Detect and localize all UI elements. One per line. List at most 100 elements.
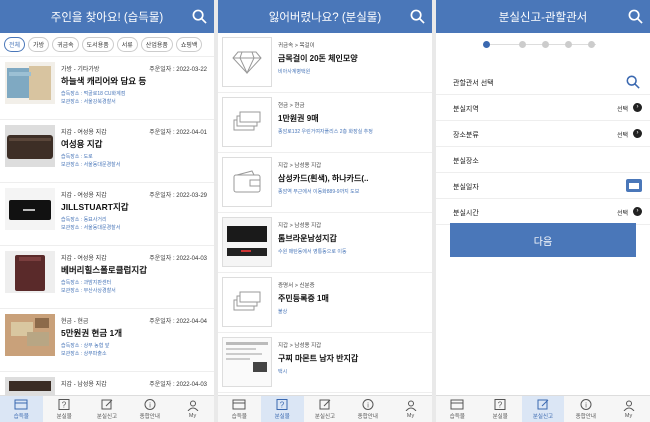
chip-books[interactable]: 도서용품: [81, 37, 114, 52]
tab-label: My: [406, 412, 415, 419]
item-location: 비아사계병택원: [278, 69, 311, 75]
item-title: 1만원권 9매: [278, 114, 319, 123]
tab-info[interactable]: i 종합안내: [346, 396, 389, 422]
item-location: 수원 매탄동에서 영통동으로 이동: [278, 249, 347, 255]
item-date: 주운일자 : 2022-04-03: [149, 382, 207, 388]
step-dot-1: [483, 41, 490, 48]
tab-report[interactable]: 분실신고: [86, 396, 129, 422]
item-place: 습득장소 : 상무 농협 앞: [61, 343, 110, 349]
item-photo: [5, 314, 55, 356]
item-category: 지갑 > 남성용 지갑: [278, 163, 322, 169]
search-icon[interactable]: [192, 9, 207, 24]
item-category: 지갑 - 여성용 지갑: [61, 130, 107, 136]
list-item[interactable]: 지갑 - 여성용 지갑 주운일자 : 2022-04-03 베버리힐스폴로클럽지…: [0, 246, 214, 309]
select-text: 선택: [616, 133, 628, 139]
item-title: 하늘색 캐리어와 담요 등: [61, 76, 147, 86]
item-place: 습득장소 : 도로: [61, 154, 93, 160]
tab-label: My: [188, 412, 197, 419]
item-date: 주운일자 : 2022-03-22: [149, 67, 207, 73]
chip-shopping-bag[interactable]: 쇼핑백: [175, 37, 203, 52]
list-item[interactable]: 가방 - 기타가방 주운일자 : 2022-03-22 하늘색 캐리어와 담요 …: [0, 57, 214, 120]
tab-lost[interactable]: ? 분실물: [43, 396, 86, 422]
tab-my[interactable]: My: [171, 396, 214, 422]
search-icon[interactable]: [410, 9, 425, 24]
search-icon[interactable]: [626, 75, 640, 89]
app-screens: 주인을 찾아요! (습득물) 전체 가방 귀금속 도서용품 서류 산업용품 쇼핑…: [0, 0, 650, 422]
item-title: 금목걸이 20돈 체인모양: [278, 54, 358, 63]
tab-report[interactable]: 분실신고: [521, 396, 565, 422]
edit-icon: [537, 399, 549, 409]
tab-my[interactable]: My: [607, 396, 650, 422]
lost-list: 귀금속 > 목걸이 금목걸이 20돈 체인모양 비아사계병택원 현금 > 현금 …: [218, 33, 432, 395]
item-title: JILLSTUART지갑: [61, 202, 129, 212]
field-label: 분실시간: [453, 210, 479, 217]
field-region[interactable]: 분실지역 선택 ›: [436, 95, 650, 121]
tab-found[interactable]: 습득물: [218, 396, 261, 422]
bottom-tab-bar: 습득물 ? 분실물 분실신고 i 종합안내 My: [0, 395, 214, 422]
box-icon: [232, 399, 246, 409]
list-item[interactable]: 지갑 > 남성용 지갑 톰브라운남성지갑 수원 매탄동에서 영통동으로 이동: [218, 213, 432, 273]
tab-found[interactable]: 습득물: [0, 396, 43, 422]
page-title: 잃어버렸나요? (분실물): [268, 11, 382, 24]
item-date: 주운일자 : 2022-04-03: [149, 256, 207, 262]
list-item[interactable]: 지갑 > 남성용 지갑 삼성카드(흰색), 하나카드(.. 종암역 부근에서 이…: [218, 153, 432, 213]
field-time[interactable]: 분실시간 선택 ›: [436, 199, 650, 225]
item-category: 가방 - 기타가방: [61, 67, 100, 73]
item-place: 습득장소 : 먹골로18 CU화계점: [61, 91, 126, 97]
item-location: 종암역 부근에서 이동화889-9까지 도보: [278, 189, 360, 195]
field-place[interactable]: 분실장소: [436, 147, 650, 173]
list-item[interactable]: 귀금속 > 목걸이 금목걸이 20돈 체인모양 비아사계병택원: [218, 33, 432, 93]
calendar-icon[interactable]: [626, 179, 642, 192]
field-date[interactable]: 분실일자: [436, 173, 650, 199]
item-category: 지갑 > 남성용 지갑: [278, 223, 322, 229]
search-icon[interactable]: [628, 9, 643, 24]
item-storage: 보관장소 : 서울동대문경찰서: [61, 162, 121, 168]
item-storage: 보관장소 : 서울강북경찰서: [61, 99, 116, 105]
info-icon: i: [144, 398, 156, 410]
item-category: 지갑 > 남성용 지갑: [278, 343, 322, 349]
edit-icon: [101, 399, 113, 409]
field-place-type[interactable]: 장소분류 선택 ›: [436, 121, 650, 147]
tab-label: 분실물: [274, 413, 290, 420]
chip-industrial[interactable]: 산업용품: [140, 37, 173, 52]
item-category: 지갑 - 남성용 지갑: [61, 382, 107, 388]
chip-all[interactable]: 전체: [4, 37, 26, 52]
list-item[interactable]: 현금 - 현금 주운일자 : 2022-04-04 5만원권 현금 1개 습득장…: [0, 309, 214, 372]
category-chips: 전체 가방 귀금속 도서용품 서류 산업용품 쇼핑백: [0, 33, 214, 57]
list-item[interactable]: 지갑 - 여성용 지갑 주운일자 : 2022-04-01 여성용 지갑 습득장…: [0, 120, 214, 183]
next-button[interactable]: 다음: [450, 223, 636, 257]
list-item[interactable]: 증명서 > 신분증 주민등록증 1매 불상: [218, 273, 432, 333]
step-dot-5: [588, 41, 595, 48]
found-items-screen: 주인을 찾아요! (습득물) 전체 가방 귀금속 도서용품 서류 산업용품 쇼핑…: [0, 0, 214, 422]
chevron-right-icon: ›: [633, 103, 642, 112]
item-photo: [222, 217, 272, 267]
item-category: 현금 > 현금: [278, 103, 305, 109]
tab-lost[interactable]: ? 분실물: [260, 396, 304, 422]
list-item[interactable]: 지갑 - 여성용 지갑 주운일자 : 2022-03-29 JILLSTUART…: [0, 183, 214, 246]
tab-info[interactable]: i 종합안내: [128, 396, 171, 422]
tab-report[interactable]: 분실신고: [304, 396, 347, 422]
item-date: 주운일자 : 2022-04-01: [149, 130, 207, 136]
item-title: 톰브라운남성지갑: [278, 234, 337, 243]
tab-lost[interactable]: ? 분실물: [479, 396, 522, 422]
chip-bag[interactable]: 가방: [28, 37, 50, 52]
chip-jewelry[interactable]: 귀금속: [52, 37, 79, 52]
tab-found[interactable]: 습득물: [436, 396, 479, 422]
chevron-right-icon: ›: [633, 129, 642, 138]
question-box-icon: ?: [276, 398, 288, 410]
bottom-tab-bar: 습득물 ? 분실물 분실신고 i 종합안내 My: [436, 395, 650, 422]
list-item[interactable]: 지갑 > 남성용 지갑 구찌 마몬트 남자 반지갑 택시: [218, 333, 432, 393]
list-item[interactable]: 현금 > 현금 1만원권 9매 종암로132 우린거여자플리스 2층 화장실 추…: [218, 93, 432, 153]
tab-label: My: [624, 412, 633, 419]
item-photo: [5, 62, 55, 104]
tab-info[interactable]: i 종합안내: [564, 396, 607, 422]
item-category: 현금 - 현금: [61, 319, 89, 325]
item-date: 주운일자 : 2022-04-04: [149, 319, 207, 325]
lost-report-screen: 분실신고-관할관서 관할관서 선택 분실지역 선택 › 장소분류 선택 › 분실…: [436, 0, 650, 422]
tab-my[interactable]: My: [389, 396, 432, 422]
field-station[interactable]: 관할관서 선택: [436, 69, 650, 95]
item-date: 주운일자 : 2022-03-29: [149, 193, 207, 199]
user-icon: [187, 400, 198, 411]
chip-documents[interactable]: 서류: [116, 37, 138, 52]
list-item[interactable]: 지갑 - 남성용 지갑 주운일자 : 2022-04-03: [0, 372, 214, 395]
